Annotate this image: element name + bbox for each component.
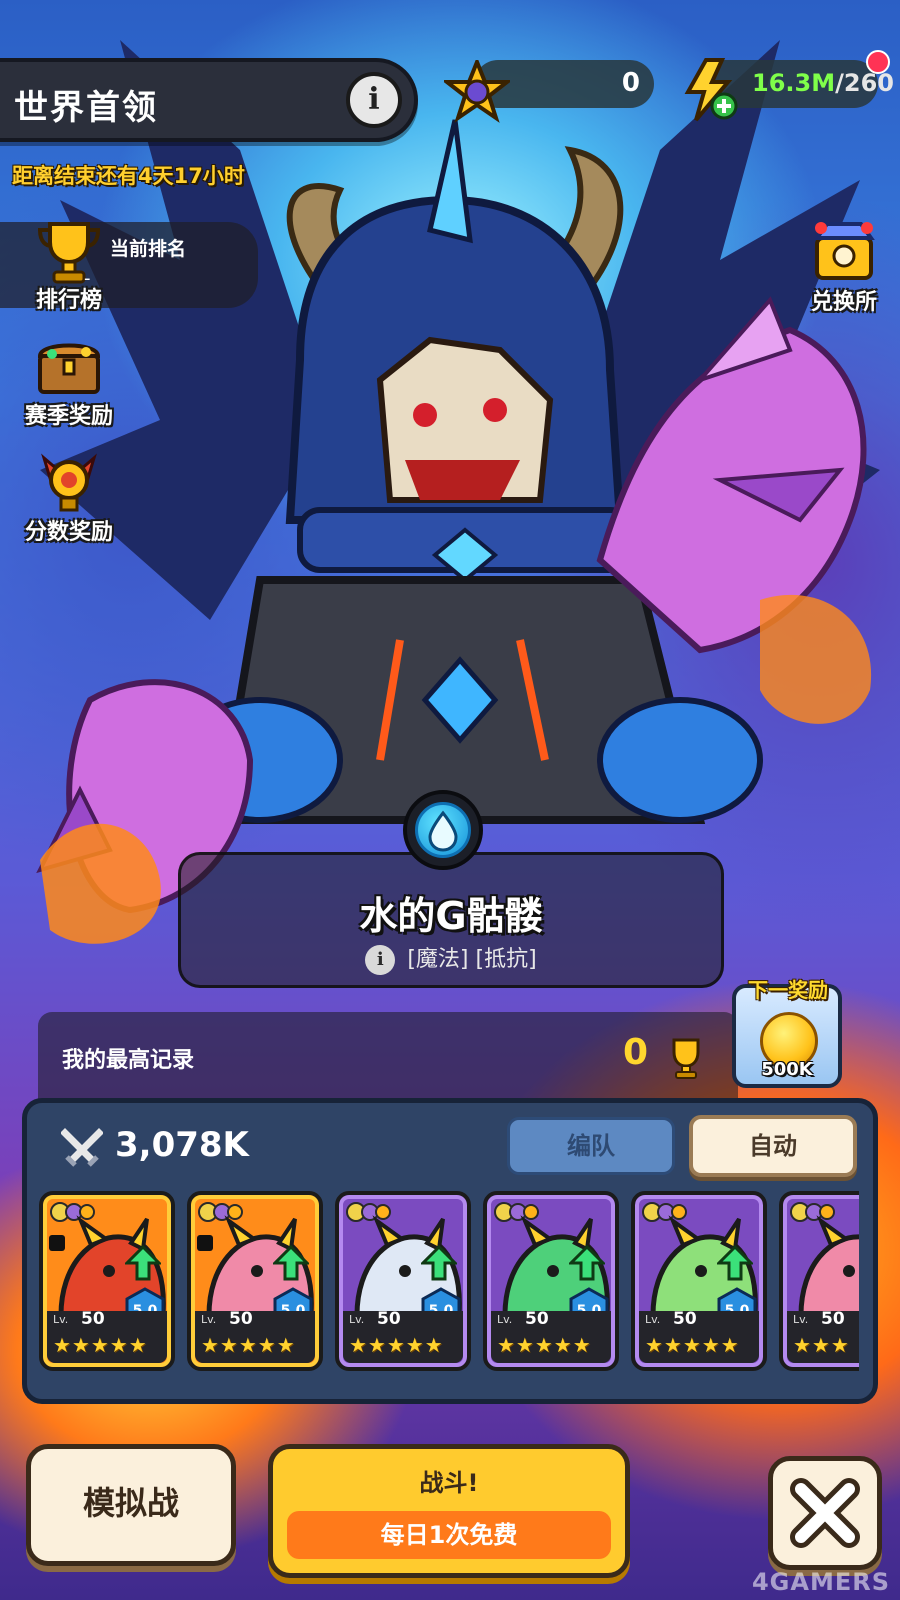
winged-medal-icon: [34, 448, 104, 518]
close-icon: [790, 1478, 860, 1548]
next-reward-amount: 500K: [761, 1059, 813, 1080]
exchange-shop-icon: [809, 218, 879, 288]
simulate-battle-button[interactable]: 模拟战: [26, 1444, 236, 1566]
exchange-label: 兑换所: [810, 290, 877, 315]
best-record-label: 我的最高记录: [62, 1048, 195, 1073]
boss-tag-info-icon[interactable]: i: [365, 945, 396, 975]
hero-level: 50: [525, 1309, 549, 1329]
water-element-icon: [403, 790, 483, 870]
medal-star-icon: [444, 60, 510, 123]
boss-tag-text: [魔法] [抵抗]: [407, 947, 537, 972]
boss-info-button[interactable]: i: [346, 72, 402, 128]
hero-stars: ★★★★★: [349, 1333, 444, 1357]
upgrade-arrow-icon: [717, 1245, 753, 1281]
hero-card-list[interactable]: 5.0Lv.50★★★★★5.0Lv.50★★★★★5.0Lv.50★★★★★5…: [39, 1191, 859, 1375]
hero-level: 50: [821, 1309, 845, 1329]
hero-card-footer: Lv. 50 ★★★★★: [491, 1309, 611, 1363]
level-prefix: Lv.: [645, 1313, 661, 1326]
formation-button[interactable]: 编队: [507, 1117, 675, 1175]
event-countdown: 距离结束还有4天17小时: [12, 164, 245, 188]
level-prefix: Lv.: [349, 1313, 365, 1326]
trophy-icon: [34, 216, 104, 286]
hero-stars: ★★★★★: [497, 1333, 592, 1357]
hero-card-footer: Lv. 50 ★★★★★: [343, 1309, 463, 1363]
hero-stars: ★★★★★: [645, 1333, 740, 1357]
boss-tags: i [魔法] [抵抗]: [181, 941, 721, 975]
close-button[interactable]: [768, 1456, 882, 1570]
title-bar: 世界首领 i: [0, 58, 418, 142]
boss-name: 水的G骷髅: [359, 894, 543, 938]
hero-level: 50: [81, 1309, 105, 1329]
season-reward-label: 赛季奖励: [24, 404, 113, 429]
trophy-icon: [672, 1038, 700, 1079]
hero-card[interactable]: 5.0Lv.50★★★★★: [39, 1191, 175, 1371]
hero-card[interactable]: Lv. 50 ★★★: [779, 1191, 859, 1371]
auto-button[interactable]: 自动: [689, 1115, 857, 1177]
best-record-value: 0: [623, 1032, 649, 1073]
hero-stars: ★★★: [793, 1333, 850, 1357]
hero-stars: ★★★★★: [53, 1333, 148, 1357]
team-power: 3,078K: [115, 1125, 249, 1165]
current-rank-value: -: [84, 268, 91, 289]
score-reward-button[interactable]: 分数奖励: [14, 448, 124, 546]
level-prefix: Lv.: [201, 1313, 217, 1326]
exchange-shop-button[interactable]: 兑换所: [794, 218, 894, 316]
hero-card[interactable]: 5.0Lv.50★★★★★: [335, 1191, 471, 1371]
hero-level: 50: [673, 1309, 697, 1329]
lightning-plus-icon[interactable]: [684, 58, 740, 122]
hero-card-footer: Lv. 50 ★★★: [787, 1309, 859, 1363]
upgrade-arrow-icon: [273, 1245, 309, 1281]
fight-free-note: 每日1次免费: [287, 1511, 611, 1559]
level-prefix: Lv.: [497, 1313, 513, 1326]
hero-card-footer: Lv. 50 ★★★★★: [195, 1309, 315, 1363]
hero-card[interactable]: 5.0Lv.50★★★★★: [483, 1191, 619, 1371]
hero-level: 50: [377, 1309, 401, 1329]
hero-card[interactable]: 5.0Lv.50★★★★★: [187, 1191, 323, 1371]
level-prefix: Lv.: [53, 1313, 69, 1326]
season-reward-button[interactable]: 赛季奖励: [14, 332, 124, 430]
treasure-chest-icon: [34, 332, 104, 402]
upgrade-arrow-icon: [569, 1245, 605, 1281]
fight-label: 战斗!: [419, 1469, 479, 1497]
upgrade-arrow-icon: [421, 1245, 457, 1281]
leaderboard-label: 排行榜: [35, 288, 102, 313]
page-title: 世界首领: [14, 88, 158, 128]
next-reward[interactable]: 500K 下一奖励: [730, 974, 846, 1088]
boss-name-plate: 水的G骷髅 i [魔法] [抵抗]: [178, 852, 724, 988]
team-panel: 3,078K 编队 自动 5.0Lv.50★★★★★5.0Lv.50★★★★★5…: [22, 1098, 878, 1404]
fight-button[interactable]: 战斗! 每日1次免费: [268, 1444, 630, 1578]
hero-card-footer: Lv. 50 ★★★★★: [47, 1309, 167, 1363]
best-record-bar: 我的最高记录 0: [38, 1012, 738, 1104]
hero-stars: ★★★★★: [201, 1333, 296, 1357]
score-reward-label: 分数奖励: [24, 520, 113, 545]
world-boss-screen: 世界首领 i 距离结束还有4天17小时 当前排名 排行榜 - 赛季奖励 分数奖励…: [0, 0, 900, 1600]
upgrade-arrow-icon: [125, 1245, 161, 1281]
next-reward-title: 下一奖励: [748, 978, 828, 1002]
hero-level: 50: [229, 1309, 253, 1329]
crossed-swords-icon: [61, 1128, 103, 1167]
level-prefix: Lv.: [793, 1313, 809, 1326]
hero-card[interactable]: 5.0Lv.50★★★★★: [631, 1191, 767, 1371]
energy-max: /260: [835, 69, 894, 97]
notification-dot: [866, 50, 890, 74]
watermark: 4GAMERS: [751, 1568, 890, 1596]
leaderboard-button[interactable]: 排行榜: [14, 216, 124, 314]
hero-card-footer: Lv. 50 ★★★★★: [639, 1309, 759, 1363]
